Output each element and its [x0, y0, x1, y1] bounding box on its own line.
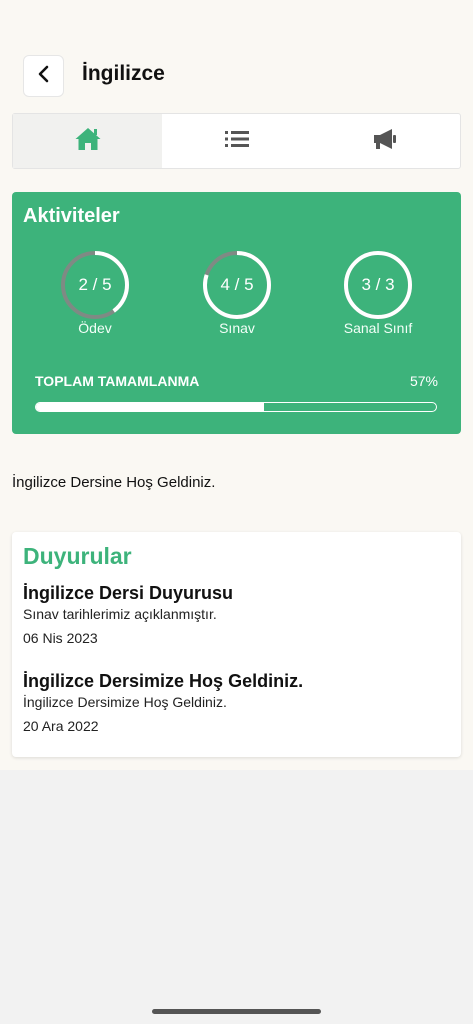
home-indicator[interactable]	[152, 1009, 321, 1014]
activities-title: Aktiviteler	[23, 205, 120, 227]
activity-exam[interactable]: 4 / 5 Sınav	[187, 250, 287, 336]
activity-count: 3 / 3	[361, 275, 395, 294]
tab-home[interactable]	[13, 114, 162, 168]
announcement-title: İngilizce Dersimize Hoş Geldiniz.	[23, 671, 304, 691]
chevron-left-icon	[37, 65, 51, 88]
activity-count: 4 / 5	[220, 275, 254, 294]
megaphone-icon	[373, 127, 399, 156]
header: İngilizce	[0, 52, 473, 100]
home-icon	[74, 126, 102, 157]
list-icon	[224, 130, 249, 153]
total-progress-fill	[36, 403, 264, 411]
announcement-body: Sınav tarihlerimiz açıklanmıştır.	[23, 606, 217, 622]
announcement-item[interactable]: İngilizce Dersi Duyurusu Sınav tarihleri…	[23, 583, 448, 646]
announcements-card: Duyurular İngilizce Dersi Duyurusu Sınav…	[12, 532, 461, 757]
announcements-title: Duyurular	[23, 543, 132, 569]
total-completion-label: TOPLAM TAMAMLANMA	[35, 373, 200, 389]
activity-count: 2 / 5	[78, 275, 112, 294]
welcome-text: İngilizce Dersine Hoş Geldiniz.	[12, 474, 216, 491]
total-progress-bar	[35, 402, 437, 412]
tab-list[interactable]	[162, 114, 311, 168]
tab-announcements[interactable]	[311, 114, 460, 168]
activity-label: Ödev	[78, 320, 112, 336]
activity-label: Sanal Sınıf	[343, 320, 413, 336]
activities-card: Aktiviteler 2 / 5 Ödev 4 / 5 Sınav 3 / 3…	[12, 192, 461, 434]
announcement-date: 20 Ara 2022	[23, 718, 99, 734]
page-title: İngilizce	[82, 62, 165, 85]
activity-label: Sınav	[219, 320, 255, 336]
back-button[interactable]	[23, 55, 64, 97]
announcement-title: İngilizce Dersi Duyurusu	[23, 583, 234, 603]
tab-bar	[12, 113, 461, 169]
activity-homework[interactable]: 2 / 5 Ödev	[45, 250, 145, 336]
activity-virtual-class[interactable]: 3 / 3 Sanal Sınıf	[328, 250, 428, 336]
announcement-item[interactable]: İngilizce Dersimize Hoş Geldiniz. İngili…	[23, 671, 448, 734]
announcement-date: 06 Nis 2023	[23, 630, 98, 646]
total-completion-percent: 57%	[409, 373, 438, 389]
announcement-body: İngilizce Dersimize Hoş Geldiniz.	[23, 694, 227, 710]
